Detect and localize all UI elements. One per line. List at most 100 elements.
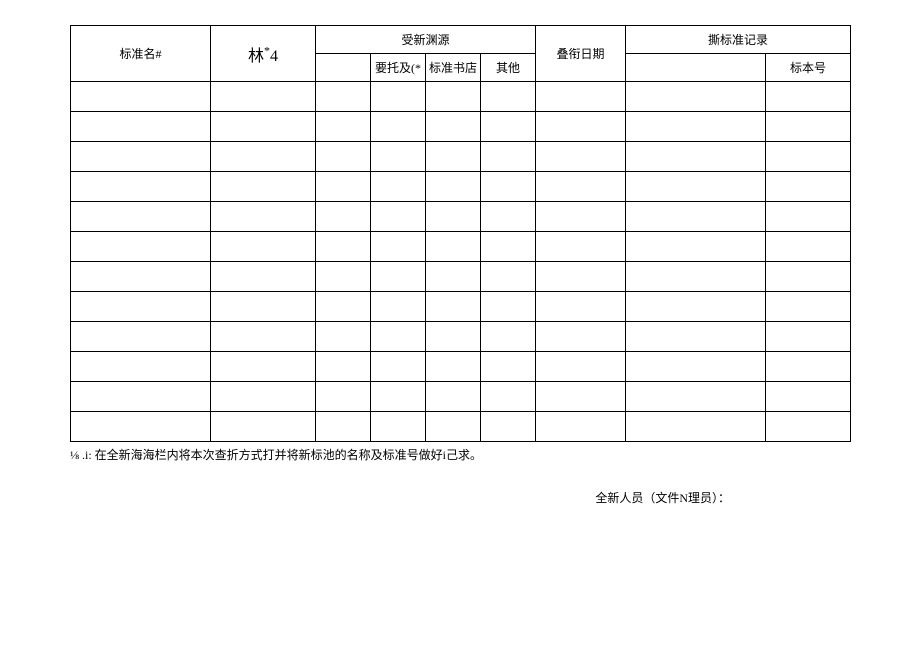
table-cell: [766, 172, 851, 202]
header-source-1: 要托及(*: [371, 54, 426, 82]
table-cell: [211, 232, 316, 262]
table-cell: [211, 262, 316, 292]
table-cell: [426, 292, 481, 322]
table-cell: [71, 412, 211, 442]
table-cell: [426, 322, 481, 352]
table-cell: [316, 232, 371, 262]
table-cell: [426, 112, 481, 142]
table-cell: [481, 82, 536, 112]
table-cell: [71, 352, 211, 382]
table-cell: [211, 172, 316, 202]
table-cell: [71, 262, 211, 292]
table-cell: [426, 82, 481, 112]
table-cell: [481, 352, 536, 382]
table-cell: [766, 142, 851, 172]
table-cell: [316, 292, 371, 322]
table-cell: [766, 412, 851, 442]
table-cell: [536, 112, 626, 142]
table-cell: [481, 112, 536, 142]
code-prefix: 林: [248, 48, 264, 65]
table-cell: [371, 232, 426, 262]
table-cell: [481, 382, 536, 412]
table-row: [71, 172, 851, 202]
table-cell: [211, 82, 316, 112]
table-row: [71, 262, 851, 292]
table-cell: [536, 232, 626, 262]
table-row: [71, 112, 851, 142]
table-cell: [71, 292, 211, 322]
table-cell: [426, 352, 481, 382]
table-cell: [316, 352, 371, 382]
table-cell: [626, 292, 766, 322]
table-row: [71, 142, 851, 172]
table-cell: [316, 322, 371, 352]
table-cell: [766, 382, 851, 412]
table-cell: [426, 172, 481, 202]
table-cell: [371, 202, 426, 232]
table-cell: [426, 232, 481, 262]
table-cell: [316, 142, 371, 172]
table-cell: [71, 202, 211, 232]
table-cell: [626, 352, 766, 382]
table-cell: [536, 322, 626, 352]
table-cell: [371, 82, 426, 112]
header-source-blank: [316, 54, 371, 82]
table-cell: [71, 382, 211, 412]
table-cell: [626, 322, 766, 352]
table-row: [71, 412, 851, 442]
table-cell: [536, 202, 626, 232]
table-cell: [371, 112, 426, 142]
table-cell: [426, 142, 481, 172]
table-cell: [481, 262, 536, 292]
table-cell: [211, 412, 316, 442]
table-cell: [426, 262, 481, 292]
table-cell: [536, 262, 626, 292]
signature-line: 全新人员（文件N理员）：: [70, 489, 850, 506]
header-code: 林*4: [211, 26, 316, 82]
table-cell: [316, 412, 371, 442]
table-cell: [766, 262, 851, 292]
table-cell: [316, 382, 371, 412]
table-cell: [626, 232, 766, 262]
table-cell: [71, 142, 211, 172]
table-cell: [371, 382, 426, 412]
table-cell: [481, 142, 536, 172]
table-cell: [316, 112, 371, 142]
table-cell: [371, 322, 426, 352]
table-cell: [316, 262, 371, 292]
table-cell: [71, 322, 211, 352]
header-source-2: 标准书店: [426, 54, 481, 82]
table-cell: [481, 322, 536, 352]
table-cell: [536, 292, 626, 322]
table-cell: [371, 172, 426, 202]
table-row: [71, 232, 851, 262]
table-row: [71, 202, 851, 232]
table-cell: [766, 202, 851, 232]
table-cell: [536, 412, 626, 442]
table-cell: [316, 82, 371, 112]
header-record-2: 标本号: [766, 54, 851, 82]
table-cell: [481, 412, 536, 442]
table-row: [71, 382, 851, 412]
table-cell: [316, 202, 371, 232]
table-cell: [766, 232, 851, 262]
header-record-group: 撕标准记录: [626, 26, 851, 54]
table-row: [71, 352, 851, 382]
table-cell: [211, 382, 316, 412]
header-name: 标准名#: [71, 26, 211, 82]
table-cell: [426, 412, 481, 442]
table-cell: [626, 262, 766, 292]
header-record-1: [626, 54, 766, 82]
table-cell: [626, 202, 766, 232]
table-cell: [71, 112, 211, 142]
table-cell: [481, 232, 536, 262]
table-cell: [71, 82, 211, 112]
table-row: [71, 82, 851, 112]
table-cell: [536, 82, 626, 112]
table-cell: [71, 172, 211, 202]
table-cell: [371, 352, 426, 382]
table-cell: [766, 352, 851, 382]
table-cell: [211, 112, 316, 142]
table-cell: [316, 172, 371, 202]
table-cell: [626, 112, 766, 142]
